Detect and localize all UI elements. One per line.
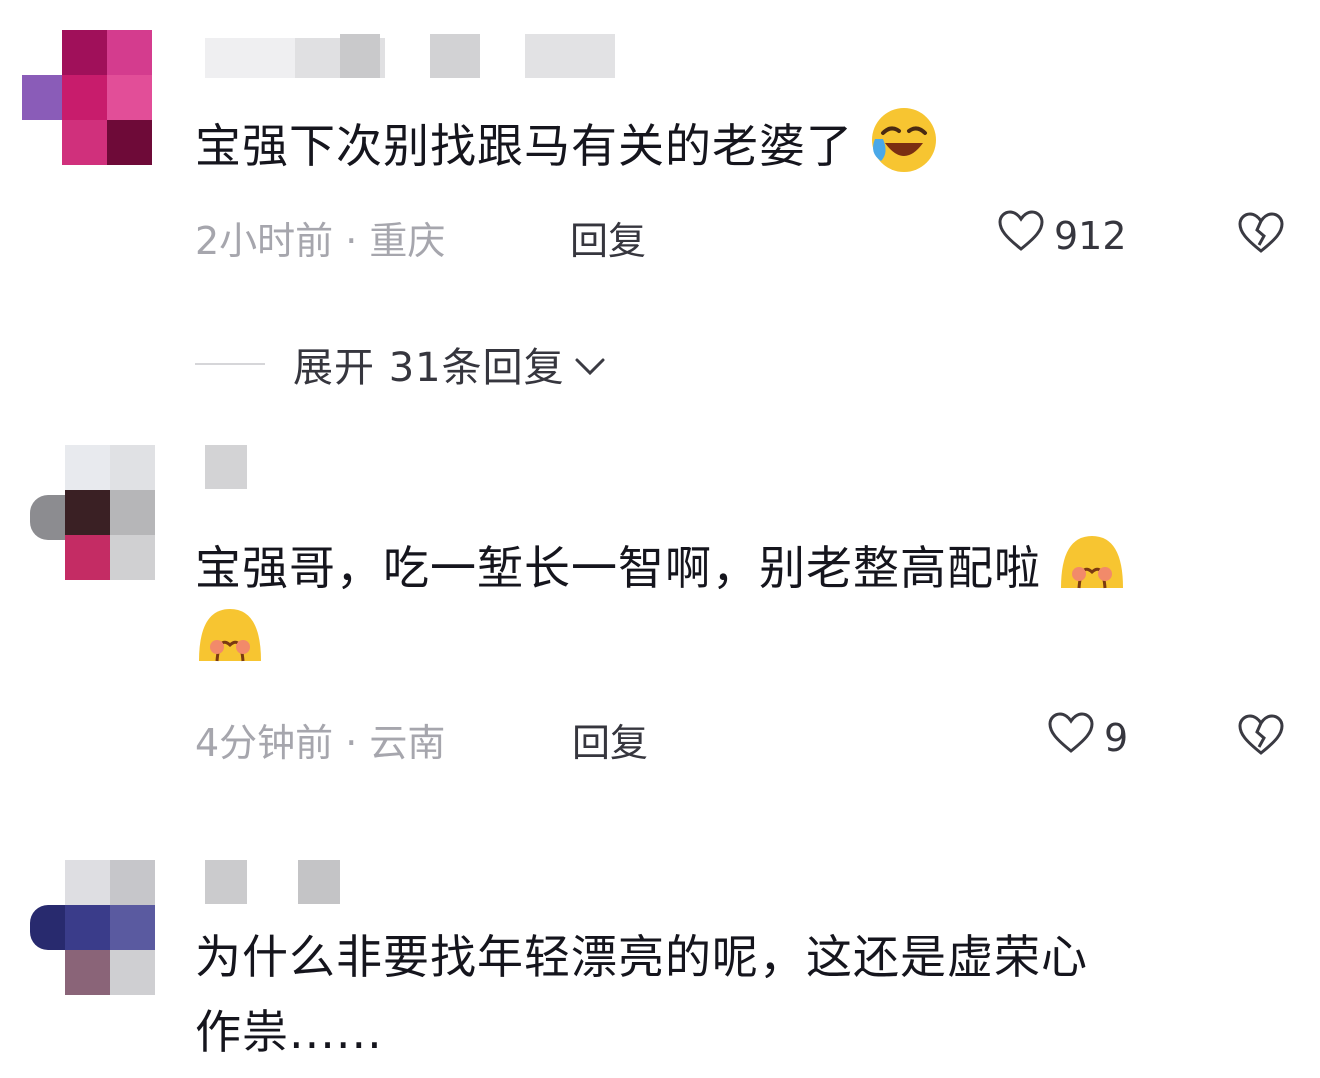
expand-replies-button[interactable]: 展开 31条回复	[195, 335, 607, 393]
broken-heart-icon	[1238, 714, 1284, 760]
chevron-down-icon	[573, 341, 607, 387]
comment-text: 为什么非要找年轻漂亮的呢，这还是虚荣心	[195, 930, 1088, 984]
heart-icon	[1048, 712, 1094, 763]
username-redacted	[205, 30, 615, 80]
shy-emoji	[1057, 532, 1127, 611]
comment-text: 宝强下次别找跟马有关的老婆了	[195, 105, 939, 194]
comment-text-emoji-line	[195, 605, 265, 684]
avatar[interactable]	[30, 860, 160, 1000]
comment-text-line2: 作祟......	[195, 1005, 383, 1059]
laugh-cry-emoji	[869, 105, 939, 194]
expand-replies-label: 展开 31条回复	[293, 345, 565, 391]
dislike-button[interactable]	[1238, 714, 1284, 760]
like-count: 912	[1054, 213, 1127, 258]
like-count: 9	[1104, 715, 1129, 760]
shy-emoji	[195, 605, 265, 684]
like-button[interactable]: 9	[1048, 712, 1128, 763]
comment-meta: 2小时前 · 重庆	[195, 219, 446, 263]
heart-icon	[998, 210, 1044, 261]
comment-text: 宝强哥，吃一堑长一智啊，别老整高配啦	[195, 532, 1127, 611]
dislike-button[interactable]	[1238, 212, 1284, 258]
username-redacted	[205, 445, 247, 495]
comment-meta: 4分钟前 · 云南	[195, 721, 446, 765]
username-redacted	[205, 860, 340, 910]
reply-button[interactable]: 回复	[570, 210, 646, 265]
reply-button[interactable]: 回复	[572, 712, 648, 767]
like-button[interactable]: 912	[998, 210, 1127, 261]
divider	[195, 363, 265, 365]
avatar[interactable]	[22, 30, 152, 170]
broken-heart-icon	[1238, 212, 1284, 258]
avatar[interactable]	[30, 445, 160, 585]
